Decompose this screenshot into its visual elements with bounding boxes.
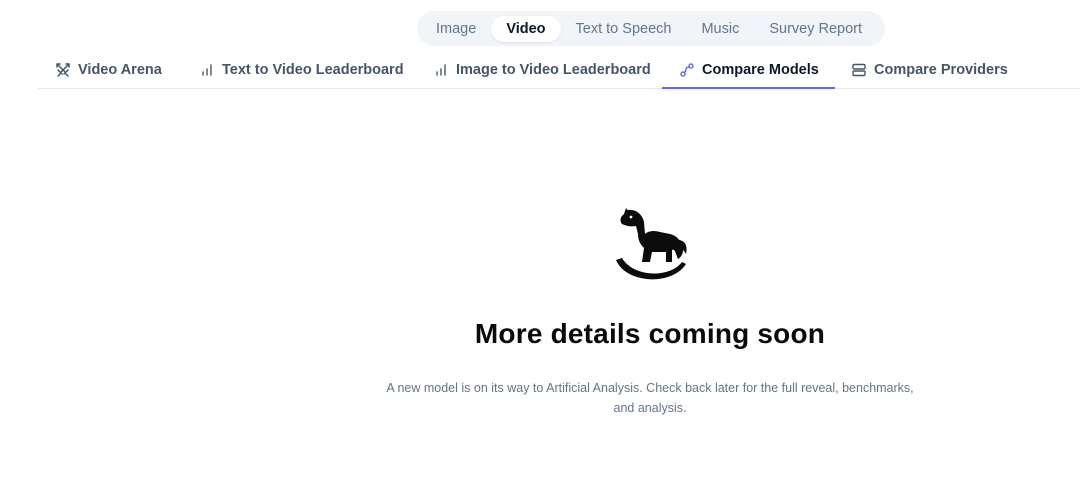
modality-survey-report[interactable]: Survey Report <box>754 16 877 42</box>
tab-bar: Video Arena Text to Video Leaderboard Im… <box>38 52 1080 89</box>
modality-image[interactable]: Image <box>421 16 491 42</box>
tab-label: Image to Video Leaderboard <box>456 62 651 78</box>
rocking-horse-icon <box>612 204 690 288</box>
bar-chart-icon <box>432 61 450 79</box>
tab-label: Video Arena <box>78 62 162 78</box>
empty-state-description: A new model is on its way to Artificial … <box>386 381 914 415</box>
modality-video[interactable]: Video <box>491 15 561 42</box>
modality-text-to-speech[interactable]: Text to Speech <box>561 16 687 42</box>
tab-compare-providers[interactable]: Compare Providers <box>850 52 1008 88</box>
nodes-link-icon <box>678 61 696 79</box>
modality-music[interactable]: Music <box>686 16 754 42</box>
server-icon <box>850 61 868 79</box>
tab-compare-models[interactable]: Compare Models <box>662 52 835 89</box>
swords-icon <box>54 61 72 79</box>
tab-text-to-video-leaderboard[interactable]: Text to Video Leaderboard <box>198 52 404 88</box>
tab-label: Text to Video Leaderboard <box>222 62 404 78</box>
empty-state-title: More details coming soon <box>474 318 826 349</box>
bar-chart-icon <box>198 61 216 79</box>
modality-switcher: Image Video Text to Speech Music Survey … <box>417 11 885 46</box>
tab-image-to-video-leaderboard[interactable]: Image to Video Leaderboard <box>432 52 651 88</box>
tab-label: Compare Providers <box>874 62 1008 78</box>
tab-video-arena[interactable]: Video Arena <box>54 52 162 88</box>
tab-label: Compare Models <box>702 62 819 78</box>
page: Image Video Text to Speech Music Survey … <box>0 0 1080 491</box>
